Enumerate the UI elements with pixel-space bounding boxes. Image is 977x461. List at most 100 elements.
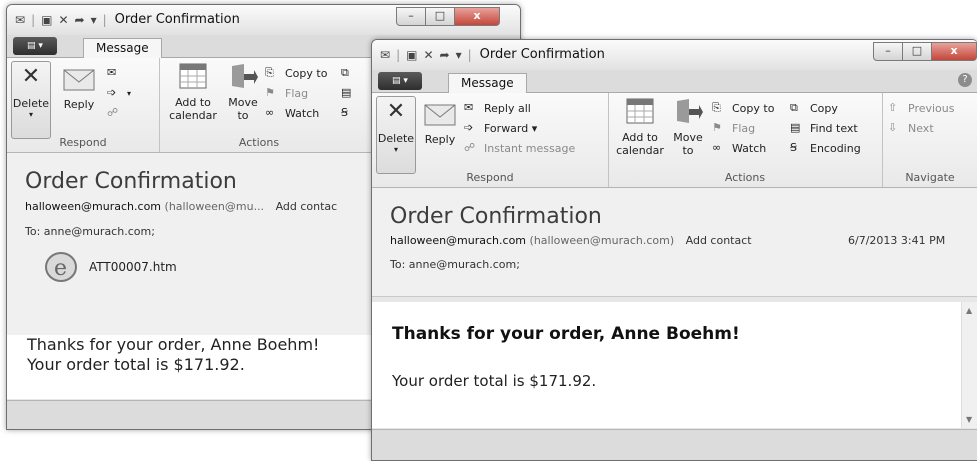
flag-label: Flag <box>732 121 756 135</box>
envelope-icon[interactable]: ✉ <box>15 13 25 27</box>
tab-message[interactable]: Message <box>83 38 162 58</box>
reply-button[interactable]: Reply <box>420 97 460 146</box>
watch-button[interactable]: ∞ Watch <box>712 141 766 155</box>
save-icon[interactable]: ▣ <box>406 48 417 62</box>
instant-message-button[interactable]: ☍ Instant message <box>464 141 575 155</box>
vertical-scrollbar[interactable]: ▲ ▼ <box>961 302 977 428</box>
envelope-icon[interactable]: ✉ <box>380 48 390 62</box>
encoding-button[interactable]: Ꞩ <box>341 106 357 120</box>
people-icon: ☍ <box>107 106 119 119</box>
to-line: To: anne@murach.com; <box>25 225 155 238</box>
attachment[interactable]: e ATT00007.htm <box>43 249 177 285</box>
from-display: (halloween@mu... <box>164 200 265 213</box>
arrow-up-icon: ⇧ <box>888 101 898 114</box>
copy-to-button[interactable]: ⎘ Copy to <box>265 66 327 80</box>
ribbon: ✕ Delete ▾ Reply ✉ Reply all ➩ Forward ▾ ☍… <box>372 93 977 188</box>
title-bar: ✉ | ▣ ✕ ➦ ▾ | Order Confirmation – □ x <box>372 40 977 70</box>
total-text: Your order total is $171.92. <box>27 355 245 374</box>
group-label-actions: Actions <box>724 171 766 184</box>
from-address[interactable]: halloween@murach.com <box>25 200 161 213</box>
previous-button[interactable]: ⇧ Previous <box>888 101 955 115</box>
encoding-button[interactable]: Ꞩ Encoding <box>790 141 861 155</box>
next-button[interactable]: ⇩ Next <box>888 121 934 135</box>
folder-arrow-icon <box>677 99 703 123</box>
forward-icon[interactable]: ➦ <box>75 13 85 27</box>
watch-button[interactable]: ∞ Watch <box>265 106 319 120</box>
glasses-icon: ∞ <box>265 106 275 119</box>
close-button[interactable]: x <box>931 42 977 61</box>
minimize-button[interactable]: – <box>873 42 903 61</box>
save-icon[interactable]: ▣ <box>41 13 52 27</box>
add-contact-link[interactable]: Add contac <box>276 200 338 213</box>
forward-button[interactable]: ➩ Forward ▾ <box>464 121 537 135</box>
ribbon-tabs: ▤ ▾ Message ? <box>372 70 977 93</box>
delete-button[interactable]: ✕ Delete ▾ <box>11 61 51 139</box>
forward-label: Forward ▾ <box>484 121 538 135</box>
copy-button[interactable]: ⧉ Copy <box>790 101 838 115</box>
add-contact-link[interactable]: Add contact <box>686 234 752 247</box>
quick-access-toolbar: ✉ | ▣ ✕ ➦ ▾ | Order Confirmation <box>380 47 605 62</box>
find-text-button[interactable]: ▤ Find text <box>790 121 858 135</box>
file-menu-button[interactable]: ▤ ▾ <box>13 37 57 55</box>
group-label-respond: Respond <box>466 171 514 184</box>
delete-icon[interactable]: ✕ <box>423 48 433 62</box>
flag-button[interactable]: ⚑ Flag <box>265 86 308 100</box>
delete-button[interactable]: ✕ Delete ▾ <box>376 96 416 174</box>
instant-message-button[interactable]: ☍ <box>107 106 123 120</box>
window-title: Order Confirmation <box>479 47 605 62</box>
customize-toolbar-icon[interactable]: ▾ <box>91 13 97 27</box>
customize-toolbar-icon[interactable]: ▾ <box>456 48 462 62</box>
delete-icon[interactable]: ✕ <box>58 13 68 27</box>
maximize-button[interactable]: □ <box>902 42 932 61</box>
find-text-icon: ▤ <box>790 121 801 134</box>
find-text-button[interactable]: ▤ <box>341 86 357 100</box>
glasses-icon: ∞ <box>712 141 722 154</box>
copy-to-label: Copy to <box>732 101 775 115</box>
greeting-text: Thanks for your order, Anne Boehm! <box>27 335 320 354</box>
message-subject: Order Confirmation <box>390 204 602 229</box>
x-mark-icon: ✕ <box>21 64 41 89</box>
move-to-button[interactable]: Move to <box>670 97 706 157</box>
maximize-button[interactable]: □ <box>425 7 455 26</box>
group-respond: ✕ Delete ▾ Reply ✉ ➩ ▾ ☍ Respond <box>7 58 160 152</box>
tab-message[interactable]: Message <box>448 73 527 93</box>
scroll-down-icon[interactable]: ▼ <box>966 415 972 424</box>
add-to-calendar-label: Add to calendar <box>169 96 217 122</box>
scroll-up-icon[interactable]: ▲ <box>966 306 972 315</box>
add-to-calendar-button[interactable]: Add to calendar <box>167 62 219 122</box>
group-navigate: ⇧ Previous ⇩ Next Navigate <box>882 93 977 187</box>
envelope-arrow-icon <box>424 104 456 126</box>
copy-to-button[interactable]: ⎘ Copy to <box>712 101 774 115</box>
encoding-label: Encoding <box>810 141 861 155</box>
help-icon[interactable]: ? <box>958 73 972 87</box>
move-to-button[interactable]: Move to <box>225 62 261 122</box>
close-button[interactable]: x <box>454 7 500 26</box>
move-to-label: Move to <box>673 131 703 157</box>
forward-icon: ➩ <box>107 86 117 99</box>
file-menu-button[interactable]: ▤ ▾ <box>378 72 422 90</box>
add-to-calendar-button[interactable]: Add to calendar <box>614 97 666 157</box>
copy-to-label: Copy to <box>285 66 328 80</box>
flag-button[interactable]: ⚑ Flag <box>712 121 755 135</box>
from-address[interactable]: halloween@murach.com <box>390 234 526 247</box>
copy-label: Copy <box>810 101 838 115</box>
minimize-button[interactable]: – <box>396 7 426 26</box>
reply-label: Reply <box>424 133 456 146</box>
previous-label: Previous <box>908 101 955 115</box>
message-window-html: ✉ | ▣ ✕ ➦ ▾ | Order Confirmation – □ x ▤… <box>371 39 977 461</box>
reply-all-button[interactable]: ✉ <box>107 66 123 80</box>
flag-icon: ⚑ <box>712 121 722 134</box>
reply-all-button[interactable]: ✉ Reply all <box>464 101 531 115</box>
to-line: To: anne@murach.com; <box>390 258 520 271</box>
forward-button[interactable]: ➩ ▾ <box>107 86 131 100</box>
forward-icon[interactable]: ➦ <box>440 48 450 62</box>
add-to-calendar-label: Add to calendar <box>616 131 664 157</box>
attachment-name: ATT00007.htm <box>89 260 177 274</box>
copy-button[interactable]: ⧉ <box>341 66 357 80</box>
copy-icon: ⧉ <box>341 66 349 79</box>
window-title: Order Confirmation <box>114 12 240 27</box>
reply-all-icon: ✉ <box>107 66 117 79</box>
reply-all-icon: ✉ <box>464 101 474 114</box>
reply-button[interactable]: Reply <box>59 62 99 111</box>
total-text: Your order total is $171.92. <box>392 372 597 390</box>
